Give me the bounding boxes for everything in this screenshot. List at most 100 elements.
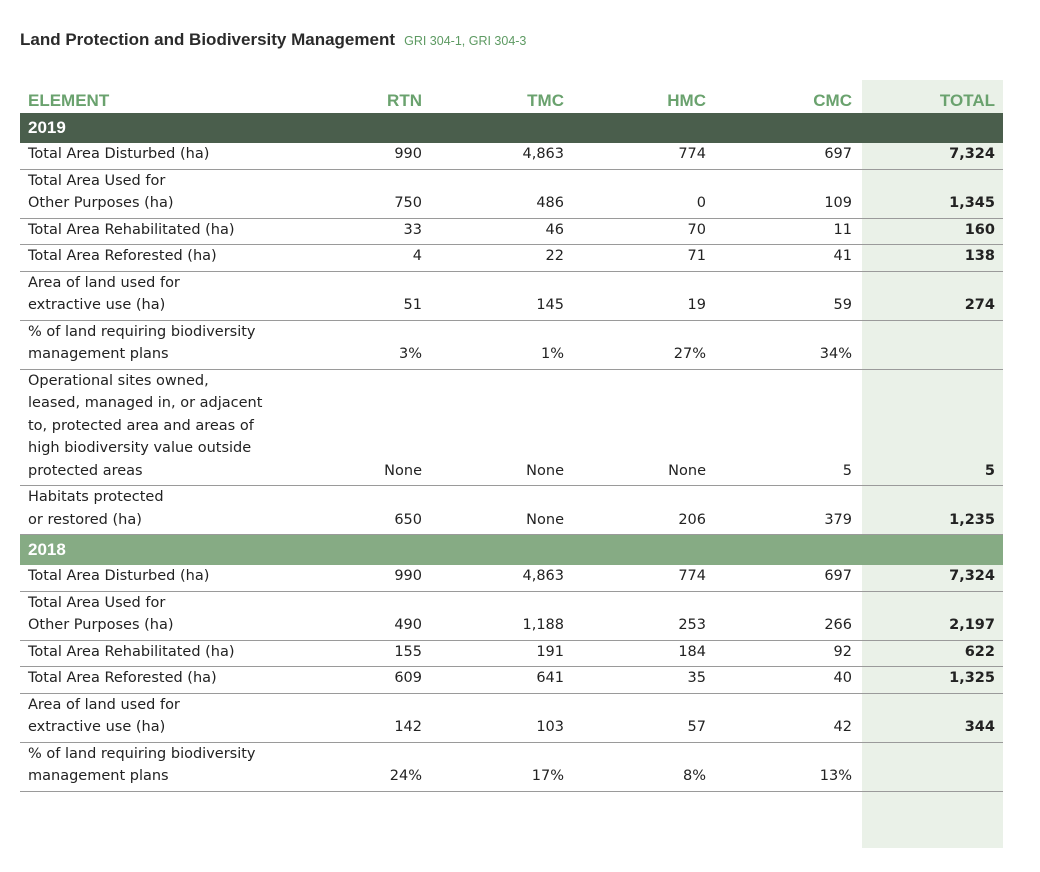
rtn-value: 990 <box>320 143 430 170</box>
rtn-value: 3% <box>320 320 430 370</box>
cmc-value: 92 <box>714 640 860 667</box>
table-row: Total Area Rehabilitated (ha) 155 191 184 92… <box>20 640 1003 667</box>
year-section-header: 2018 <box>20 534 1003 565</box>
cmc-value: 266 <box>714 591 860 641</box>
page-title-row: Land Protection and Biodiversity Managem… <box>20 30 526 50</box>
table-row: Operational sites owned, leased, managed… <box>20 369 1003 486</box>
column-header-element: ELEMENT <box>28 91 110 110</box>
tmc-value: None <box>430 369 572 486</box>
cmc-value: 40 <box>714 666 860 694</box>
tmc-value: None <box>430 485 572 535</box>
total-value <box>860 320 1003 370</box>
rtn-value: None <box>320 369 430 486</box>
cmc-value: 109 <box>714 169 860 219</box>
cmc-value: 379 <box>714 485 860 535</box>
table-row: Total Area Reforested (ha) 609 641 35 40 1,32… <box>20 666 1003 694</box>
cmc-value: 697 <box>714 143 860 170</box>
rtn-value: 490 <box>320 591 430 641</box>
row-label: % of land requiring biodiversity managem… <box>20 320 320 370</box>
rtn-value: 650 <box>320 485 430 535</box>
tmc-value: 486 <box>430 169 572 219</box>
table-row: Total Area Reforested (ha) 4 22 71 41 138 <box>20 244 1003 272</box>
row-label: Total Area Used for Other Purposes (ha) <box>20 591 320 641</box>
row-label: Total Area Rehabilitated (ha) <box>20 218 320 245</box>
total-value: 1,345 <box>860 169 1003 219</box>
cmc-value: 697 <box>714 565 860 592</box>
row-label: Total Area Disturbed (ha) <box>20 565 320 592</box>
cmc-value: 5 <box>714 369 860 486</box>
tmc-value: 22 <box>430 244 572 272</box>
total-value: 2,197 <box>860 591 1003 641</box>
year-section-header: 2019 <box>20 113 1003 143</box>
hmc-value: 70 <box>572 218 714 245</box>
tmc-value: 17% <box>430 742 572 792</box>
total-value: 138 <box>860 244 1003 272</box>
tmc-value: 46 <box>430 218 572 245</box>
rtn-value: 33 <box>320 218 430 245</box>
total-value: 5 <box>860 369 1003 486</box>
hmc-value: 774 <box>572 143 714 170</box>
rtn-value: 142 <box>320 693 430 743</box>
hmc-value: 8% <box>572 742 714 792</box>
table-row: Total Area Used for Other Purposes (ha) 7… <box>20 169 1003 219</box>
land-protection-table: ELEMENT RTN TMC HMC CMC TOTAL 2019 Total … <box>20 80 1003 792</box>
hmc-value: 253 <box>572 591 714 641</box>
cmc-value: 13% <box>714 742 860 792</box>
hmc-value: 206 <box>572 485 714 535</box>
table-row: Area of land used for extractive use (ha… <box>20 693 1003 743</box>
row-label: Operational sites owned, leased, managed… <box>20 369 320 486</box>
table-row: Area of land used for extractive use (ha… <box>20 271 1003 321</box>
table-row: Total Area Rehabilitated (ha) 33 46 70 11 160 <box>20 218 1003 245</box>
cmc-value: 41 <box>714 244 860 272</box>
table-row: Total Area Used for Other Purposes (ha) 4… <box>20 591 1003 641</box>
tmc-value: 641 <box>430 666 572 694</box>
rtn-value: 750 <box>320 169 430 219</box>
year-label: 2018 <box>20 534 1003 565</box>
hmc-value: 35 <box>572 666 714 694</box>
hmc-value: 774 <box>572 565 714 592</box>
hmc-value: 0 <box>572 169 714 219</box>
total-value: 7,324 <box>860 143 1003 170</box>
row-label: Area of land used for extractive use (ha… <box>20 271 320 321</box>
total-value: 160 <box>860 218 1003 245</box>
total-value: 622 <box>860 640 1003 667</box>
row-label: Total Area Rehabilitated (ha) <box>20 640 320 667</box>
table-row: % of land requiring biodiversity managem… <box>20 320 1003 370</box>
rtn-value: 990 <box>320 565 430 592</box>
tmc-value: 145 <box>430 271 572 321</box>
table-row: Habitats protected or restored (ha) 650 No… <box>20 485 1003 535</box>
total-value: 1,325 <box>860 666 1003 694</box>
column-header-total: TOTAL <box>939 91 995 110</box>
hmc-value: 71 <box>572 244 714 272</box>
cmc-value: 59 <box>714 271 860 321</box>
tmc-value: 1,188 <box>430 591 572 641</box>
hmc-value: 19 <box>572 271 714 321</box>
table-row: Total Area Disturbed (ha) 990 4,863 774 697 7… <box>20 565 1003 592</box>
tmc-value: 1% <box>430 320 572 370</box>
tmc-value: 103 <box>430 693 572 743</box>
hmc-value: 27% <box>572 320 714 370</box>
row-label: Total Area Reforested (ha) <box>20 244 320 272</box>
tmc-value: 191 <box>430 640 572 667</box>
table-row: % of land requiring biodiversity managem… <box>20 742 1003 792</box>
rtn-value: 4 <box>320 244 430 272</box>
tmc-value: 4,863 <box>430 565 572 592</box>
rtn-value: 51 <box>320 271 430 321</box>
rtn-value: 155 <box>320 640 430 667</box>
total-value: 274 <box>860 271 1003 321</box>
page-title: Land Protection and Biodiversity Managem… <box>20 30 396 49</box>
column-header-rtn: RTN <box>387 91 422 110</box>
row-label: Total Area Disturbed (ha) <box>20 143 320 170</box>
table-body: 2019 Total Area Disturbed (ha) 990 4,863 774… <box>20 113 1003 792</box>
total-value: 7,324 <box>860 565 1003 592</box>
tmc-value: 4,863 <box>430 143 572 170</box>
cmc-value: 34% <box>714 320 860 370</box>
table-header-row: ELEMENT RTN TMC HMC CMC TOTAL <box>20 80 1003 113</box>
total-value: 344 <box>860 693 1003 743</box>
total-value: 1,235 <box>860 485 1003 535</box>
row-label: % of land requiring biodiversity managem… <box>20 742 320 792</box>
rtn-value: 24% <box>320 742 430 792</box>
column-header-tmc: TMC <box>527 91 564 110</box>
column-header-cmc: CMC <box>813 91 852 110</box>
hmc-value: 57 <box>572 693 714 743</box>
